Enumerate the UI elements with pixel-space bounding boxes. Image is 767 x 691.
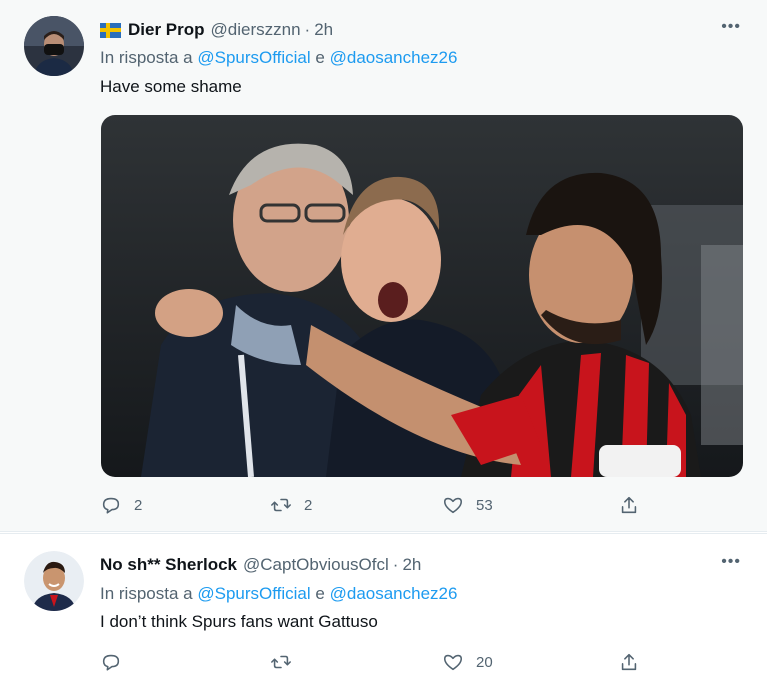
reply-prefix: In risposta a bbox=[100, 48, 193, 67]
timestamp[interactable]: 2h bbox=[314, 20, 333, 40]
like-icon bbox=[443, 497, 463, 514]
display-name[interactable]: Dier Prop bbox=[128, 20, 205, 40]
retweet-icon bbox=[271, 655, 291, 669]
share-icon bbox=[621, 653, 637, 671]
retweet-button[interactable] bbox=[270, 647, 304, 677]
tweet-header: Dier Prop @dierszznn · 2h bbox=[100, 18, 333, 42]
retweet-count: 2 bbox=[304, 496, 313, 514]
mention-link[interactable]: @SpursOfficial bbox=[197, 584, 310, 603]
reply-prefix: In risposta a bbox=[100, 584, 193, 603]
tweet-photo[interactable] bbox=[101, 115, 743, 477]
reply-joiner: e bbox=[315, 584, 325, 603]
tweet-actions: 20 bbox=[100, 647, 660, 677]
like-count: 20 bbox=[476, 653, 493, 671]
tweet-text: Have some shame bbox=[100, 77, 242, 96]
photo-image bbox=[101, 115, 743, 477]
reply-button[interactable]: 2 bbox=[100, 490, 142, 520]
avatar-image bbox=[24, 16, 84, 76]
reply-count: 2 bbox=[134, 496, 143, 514]
reply-icon bbox=[102, 497, 120, 514]
timestamp[interactable]: 2h bbox=[402, 555, 421, 575]
reply-context: In risposta a @SpursOfficial e @daosanch… bbox=[100, 48, 457, 68]
tweet-1[interactable]: Dier Prop @dierszznn · 2h ••• In rispost… bbox=[0, 0, 767, 532]
like-button[interactable]: 53 bbox=[442, 490, 493, 520]
user-handle[interactable]: @CaptObviousOfcl bbox=[243, 555, 389, 575]
tweet-header: No sh** Sherlock @CaptObviousOfcl · 2h bbox=[100, 553, 421, 577]
mention-link[interactable]: @daosanchez26 bbox=[330, 48, 458, 67]
more-icon[interactable]: ••• bbox=[721, 554, 741, 570]
tweet-2[interactable]: No sh** Sherlock @CaptObviousOfcl · 2h •… bbox=[0, 533, 767, 691]
avatar[interactable] bbox=[24, 551, 84, 611]
reply-button[interactable] bbox=[100, 647, 134, 677]
retweet-button[interactable]: 2 bbox=[270, 490, 312, 520]
user-handle[interactable]: @dierszznn bbox=[211, 20, 301, 40]
share-button[interactable] bbox=[618, 490, 640, 520]
reply-context: In risposta a @SpursOfficial e @daosanch… bbox=[100, 584, 457, 604]
tweet-text: I don’t think Spurs fans want Gattuso bbox=[100, 612, 378, 631]
separator: · bbox=[392, 555, 399, 574]
flag-sweden-icon bbox=[100, 22, 121, 38]
like-count: 53 bbox=[476, 496, 493, 514]
mention-link[interactable]: @daosanchez26 bbox=[330, 584, 458, 603]
reply-icon bbox=[102, 654, 120, 671]
avatar[interactable] bbox=[24, 16, 84, 76]
like-button[interactable]: 20 bbox=[442, 647, 493, 677]
share-button[interactable] bbox=[618, 647, 640, 677]
mention-link[interactable]: @SpursOfficial bbox=[197, 48, 310, 67]
share-icon bbox=[621, 496, 637, 514]
retweet-icon bbox=[271, 498, 291, 512]
more-icon[interactable]: ••• bbox=[721, 19, 741, 35]
tweet-actions: 2 2 53 bbox=[100, 490, 660, 520]
avatar-image bbox=[24, 551, 84, 611]
like-icon bbox=[443, 654, 463, 671]
reply-joiner: e bbox=[315, 48, 325, 67]
separator: · bbox=[304, 20, 311, 39]
display-name[interactable]: No sh** Sherlock bbox=[100, 555, 237, 575]
